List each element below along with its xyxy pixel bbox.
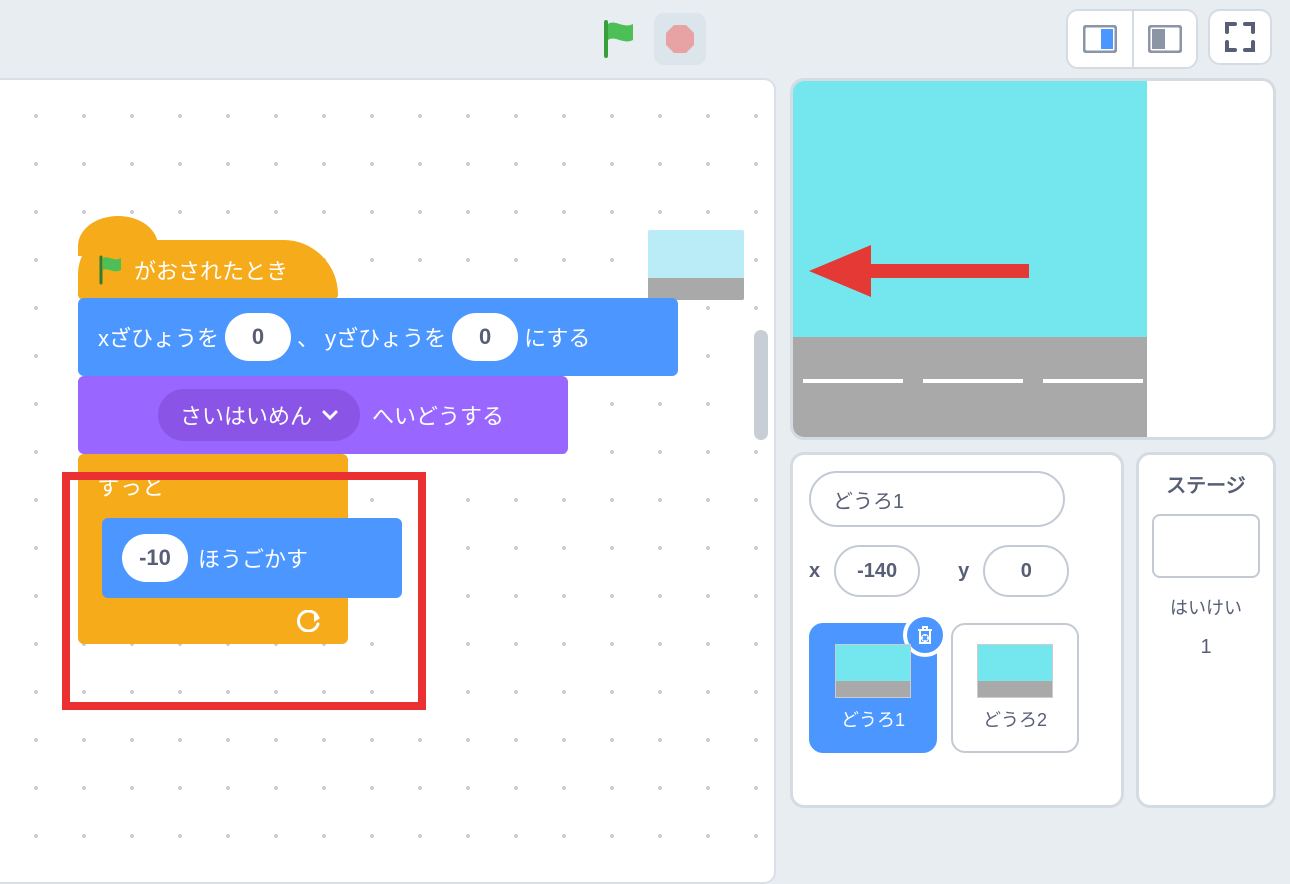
backdrop-count: 1 — [1200, 636, 1211, 659]
toolbar — [0, 0, 1290, 78]
fullscreen-button[interactable] — [1208, 9, 1272, 65]
annotation-highlight — [62, 472, 426, 710]
backdrop-thumb[interactable] — [1152, 514, 1260, 578]
goto-xy-block[interactable]: xざひょうを 0 、 yざひょうを 0 にする — [78, 298, 678, 376]
stop-button[interactable] — [654, 13, 706, 65]
fullscreen-icon — [1225, 22, 1255, 52]
sprite-name-input[interactable]: どうろ1 — [809, 471, 1065, 527]
sprite-info-panel: どうろ1 x -140 y 0 — [790, 452, 1124, 808]
y-label: y — [958, 560, 969, 583]
sprite-card-douro2[interactable]: どうろ2 — [951, 623, 1079, 753]
small-stage-icon — [1083, 25, 1117, 53]
chevron-down-icon — [322, 410, 338, 420]
stage-title: ステージ — [1166, 469, 1246, 498]
stage-road — [793, 337, 1147, 439]
stop-icon — [664, 23, 696, 55]
sprite-card-label: どうろ1 — [841, 706, 905, 732]
annotation-arrow-icon — [803, 241, 1033, 301]
sprite-y-input[interactable]: 0 — [983, 545, 1069, 597]
large-stage-icon — [1148, 25, 1182, 53]
workspace-scrollbar[interactable] — [754, 330, 768, 440]
sprite-card-label: どうろ2 — [983, 706, 1047, 732]
green-flag-icon — [603, 20, 637, 58]
x-label: x — [809, 560, 820, 583]
large-stage-button[interactable] — [1132, 11, 1196, 67]
trash-icon — [915, 624, 935, 646]
gotoxy-text3: にする — [524, 321, 590, 353]
gotoxy-text1: xざひょうを — [98, 321, 219, 353]
layer-suffix: へいどうする — [372, 399, 504, 431]
small-stage-button[interactable] — [1068, 11, 1132, 67]
stage-size-group — [1066, 9, 1198, 69]
stage-panel: ステージ はいけい 1 — [1136, 452, 1276, 808]
gotoxy-text2: 、 yざひょうを — [297, 321, 446, 353]
go-button[interactable] — [594, 13, 646, 65]
sprite-thumb — [977, 644, 1053, 698]
sprite-list: どうろ1 どうろ2 — [809, 623, 1105, 753]
sprite-x-input[interactable]: -140 — [834, 545, 920, 597]
code-workspace[interactable]: がおされたとき xざひょうを 0 、 yざひょうを 0 にする さいはいめん へ… — [0, 78, 776, 884]
backdrop-label: はいけい — [1170, 594, 1242, 620]
sprite-thumb — [835, 644, 911, 698]
hat-label: がおされたとき — [134, 254, 288, 286]
sprite-name-value: どうろ1 — [833, 485, 904, 514]
when-flag-clicked-block[interactable]: がおされたとき — [78, 240, 338, 300]
layer-dropdown-label: さいはいめん — [180, 399, 312, 431]
go-to-layer-block[interactable]: さいはいめん へいどうする — [78, 376, 568, 454]
gotoxy-y-input[interactable]: 0 — [452, 313, 518, 361]
sprite-card-douro1[interactable]: どうろ1 — [809, 623, 937, 753]
layer-dropdown[interactable]: さいはいめん — [158, 389, 360, 441]
gotoxy-x-input[interactable]: 0 — [225, 313, 291, 361]
stage-preview[interactable] — [790, 78, 1276, 440]
green-flag-icon — [98, 255, 124, 285]
